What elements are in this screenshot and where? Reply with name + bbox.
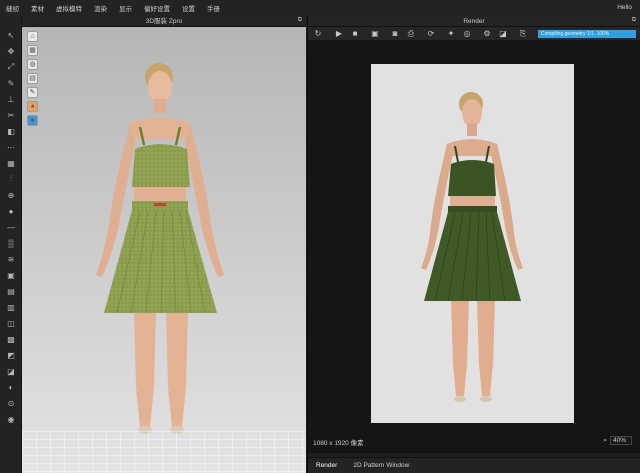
floor-grid bbox=[22, 431, 306, 473]
zoom-control: ⌕ 40% bbox=[603, 436, 632, 445]
3d-viewport-panel: 3D服装 Zpro ⧉ ⌂ ▦ ◍ ▤ ✎ ◕ ● bbox=[22, 16, 306, 473]
select-tool-icon[interactable]: ↖ bbox=[4, 30, 18, 40]
rendered-top bbox=[448, 160, 496, 196]
layer-tool-icon[interactable]: ▤ bbox=[4, 286, 18, 296]
texture-tool-icon[interactable]: ▒ bbox=[4, 238, 18, 248]
tab-render[interactable]: Render bbox=[308, 462, 345, 469]
avatar-measure-icon[interactable]: ⊙ bbox=[4, 398, 18, 408]
render-light-icon[interactable]: ✦ bbox=[446, 29, 456, 39]
rendered-avatar bbox=[421, 92, 523, 402]
trim-tool-icon[interactable]: ● bbox=[4, 206, 18, 216]
render-camera-icon[interactable]: ◙ bbox=[390, 29, 400, 39]
right-leg bbox=[166, 313, 188, 427]
seam-tool-icon[interactable]: ⋯ bbox=[4, 142, 18, 152]
garment-icon[interactable]: ▤ bbox=[27, 73, 38, 84]
render-progress-bar: Compiling geometry 1/1. 100% bbox=[538, 30, 636, 38]
pin-tool-icon[interactable]: ⊥ bbox=[4, 94, 18, 104]
shirring-tool-icon[interactable]: ◪ bbox=[4, 366, 18, 376]
menu-display[interactable]: 显示 bbox=[113, 3, 138, 13]
render-save-icon[interactable]: ⎘ bbox=[518, 29, 528, 39]
zipper-tool-icon[interactable]: ⫶ bbox=[4, 174, 18, 184]
brush-icon[interactable]: ✎ bbox=[27, 87, 38, 98]
render-stop-icon[interactable]: ■ bbox=[350, 29, 360, 39]
puckering-tool-icon[interactable]: ≋ bbox=[4, 254, 18, 264]
viewport-quick-tools: ⌂ ▦ ◍ ▤ ✎ ◕ ● bbox=[27, 31, 39, 129]
render-setting-icon[interactable]: ⚙ bbox=[482, 29, 492, 39]
menu-materials[interactable]: 素材 bbox=[25, 3, 50, 13]
fitting-tool-icon[interactable]: ▩ bbox=[4, 334, 18, 344]
rendered-image bbox=[371, 64, 574, 423]
tack-tool-icon[interactable]: ✎ bbox=[4, 78, 18, 88]
menu-render[interactable]: 渲染 bbox=[88, 3, 113, 13]
render-snapshot-icon[interactable]: ⎙ bbox=[406, 29, 416, 39]
head bbox=[148, 71, 172, 103]
graphic-tool-icon[interactable]: ▣ bbox=[4, 270, 18, 280]
topstitch-tool-icon[interactable]: ◫ bbox=[4, 318, 18, 328]
render-background-icon[interactable]: ◪ bbox=[498, 29, 508, 39]
menu-sewing[interactable]: 缝纫 bbox=[0, 3, 25, 13]
render-maximize-icon[interactable]: ⧉ bbox=[632, 17, 636, 24]
menu-avatar[interactable]: 虚拟模特 bbox=[50, 3, 88, 13]
render-title: Render bbox=[308, 16, 640, 27]
render-canvas[interactable] bbox=[308, 41, 640, 453]
render-play-icon[interactable]: ▶ bbox=[334, 29, 344, 39]
avatar-icon[interactable]: ◍ bbox=[27, 59, 38, 70]
arrange-tool-icon[interactable]: ▦ bbox=[4, 158, 18, 168]
left-leg bbox=[134, 313, 156, 427]
tab-2d-pattern-window[interactable]: 2D Pattern Window bbox=[345, 462, 417, 469]
menu-preferences[interactable]: 偏好设置 bbox=[138, 3, 176, 13]
zoom-input[interactable]: 40% bbox=[610, 436, 632, 445]
button-tool-icon[interactable]: ⊕ bbox=[4, 190, 18, 200]
fabric-icon[interactable]: ▦ bbox=[27, 45, 38, 56]
zoom-search-icon[interactable]: ⌕ bbox=[603, 437, 607, 445]
render-resolution: 1080 x 1920 像素 bbox=[313, 440, 364, 447]
left-toolbar: ↖ ✥ ⤢ ✎ ⊥ ✂ ◧ ⋯ ▦ ⫶ ⊕ ● — ▒ ≋ ▣ ▤ ▥ ◫ ▩ … bbox=[0, 16, 22, 473]
hanger-icon[interactable]: ⌂ bbox=[27, 31, 38, 42]
menu-manual[interactable]: 手册 bbox=[201, 3, 226, 13]
progress-text: Compiling geometry 1/1. 100% bbox=[541, 31, 610, 37]
render-turntable-icon[interactable]: ⟳ bbox=[426, 29, 436, 39]
user-greeting[interactable]: Hello bbox=[617, 4, 632, 11]
pattern-tool-icon[interactable]: ◩ bbox=[4, 350, 18, 360]
edit-avatar-icon[interactable]: ◉ bbox=[4, 414, 18, 424]
render-image-icon[interactable]: ▣ bbox=[370, 29, 380, 39]
cut-tool-icon[interactable]: ✂ bbox=[4, 110, 18, 120]
line-tool-icon[interactable]: — bbox=[4, 222, 18, 232]
3d-viewport-canvas[interactable]: ⌂ ▦ ◍ ▤ ✎ ◕ ● bbox=[22, 27, 306, 473]
maximize-icon[interactable]: ⧉ bbox=[298, 17, 302, 24]
fabric-tool-icon[interactable]: ▥ bbox=[4, 302, 18, 312]
menu-settings[interactable]: 设置 bbox=[176, 3, 201, 13]
render-env-icon[interactable]: ◎ bbox=[462, 29, 472, 39]
menu-bar: 缝纫 素材 虚拟模特 渲染 显示 偏好设置 设置 手册 Hello bbox=[0, 0, 640, 16]
fold-tool-icon[interactable]: ⤢ bbox=[4, 62, 18, 72]
bottom-tab-bar: Render 2D Pattern Window bbox=[308, 457, 640, 473]
measure-tool-icon[interactable]: ◧ bbox=[4, 126, 18, 136]
render-refresh-icon[interactable]: ↻ bbox=[313, 29, 323, 39]
sphere-blue-icon[interactable]: ● bbox=[27, 115, 38, 126]
render-toolbar: ↻ ▶ ■ ▣ ◙ ⎙ ⟳ ✦ ◎ ⚙ ◪ ⎘ Compiling geomet… bbox=[308, 27, 640, 41]
elastic-tool-icon[interactable]: ◐ bbox=[4, 382, 18, 392]
avatar-viewport bbox=[96, 63, 224, 434]
avatar-orange-icon[interactable]: ◕ bbox=[27, 101, 38, 112]
render-window: Render ⧉ ↻ ▶ ■ ▣ ◙ ⎙ ⟳ ✦ ◎ ⚙ ◪ ⎘ Compili… bbox=[307, 16, 640, 473]
pleated-skirt bbox=[104, 210, 217, 313]
viewport-title: 3D服装 Zpro bbox=[22, 16, 306, 27]
crop-top bbox=[132, 144, 190, 187]
transform-tool-icon[interactable]: ✥ bbox=[4, 46, 18, 56]
